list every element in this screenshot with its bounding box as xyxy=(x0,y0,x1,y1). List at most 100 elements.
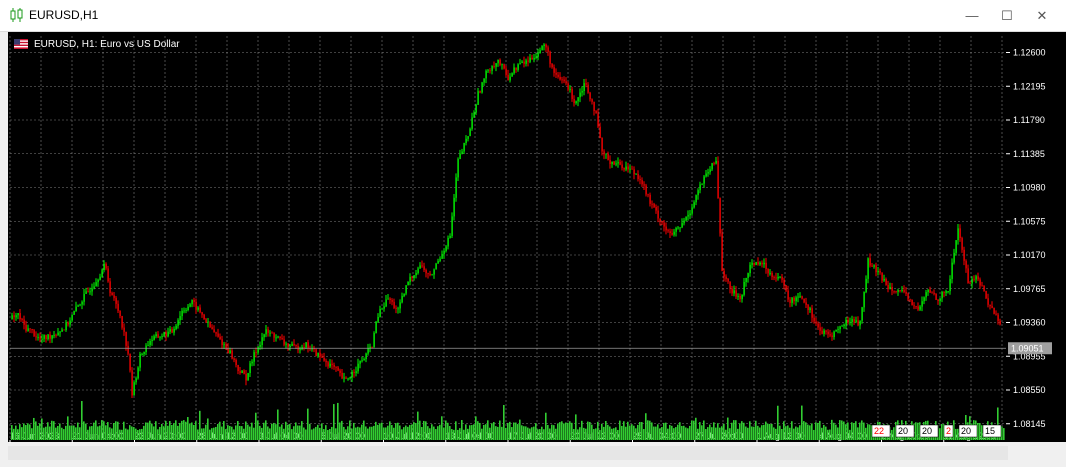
volume-bar xyxy=(149,420,151,440)
candle-body xyxy=(927,289,929,293)
volume-bar xyxy=(659,428,661,440)
candle-body xyxy=(573,98,575,104)
candle-body xyxy=(47,334,49,340)
candle-body xyxy=(625,166,627,170)
volume-bar xyxy=(483,424,485,440)
candle-body xyxy=(605,153,607,155)
candle-body xyxy=(445,246,447,251)
candle-body xyxy=(371,346,373,348)
volume-bar xyxy=(679,422,681,440)
volume-bar xyxy=(803,421,805,440)
candle-body xyxy=(421,265,423,267)
volume-bar xyxy=(835,424,837,440)
candle-body xyxy=(609,159,611,164)
candle-body xyxy=(413,275,415,278)
candle-body xyxy=(121,316,123,328)
candle-body xyxy=(213,329,215,333)
volume-bar xyxy=(957,428,959,440)
volume-bar xyxy=(719,427,721,440)
candle-body xyxy=(71,314,73,321)
candle-body xyxy=(727,278,729,282)
volume-bar xyxy=(689,425,691,440)
candle-body xyxy=(99,276,101,280)
volume-bar xyxy=(201,428,203,440)
volume-bar xyxy=(333,404,335,440)
candle-body xyxy=(57,332,59,335)
candle-body xyxy=(249,363,251,374)
candle-body xyxy=(29,328,31,330)
candle-body xyxy=(329,363,331,367)
candle-body xyxy=(597,113,599,127)
candle-body xyxy=(195,301,197,310)
candle-body xyxy=(991,306,993,308)
candle-body xyxy=(955,240,957,253)
candle-body xyxy=(381,308,383,310)
candle-body xyxy=(33,330,35,337)
candle-body xyxy=(581,91,583,93)
volume-bar xyxy=(475,416,477,440)
candle-body xyxy=(41,338,43,340)
candle-body xyxy=(279,336,281,339)
volume-bar xyxy=(939,428,941,440)
volume-bar xyxy=(79,427,81,440)
volume-bar xyxy=(795,426,797,440)
volume-bar xyxy=(613,428,615,440)
candle-body xyxy=(123,327,125,332)
volume-bar xyxy=(635,428,637,440)
volume-bar xyxy=(753,426,755,440)
candle-body xyxy=(519,63,521,65)
candle-body xyxy=(203,314,205,320)
volume-bar xyxy=(685,427,687,440)
volume-bar xyxy=(473,424,475,440)
candle-body xyxy=(875,265,877,273)
candle-body xyxy=(517,64,519,70)
volume-bar xyxy=(557,423,559,440)
candle-body xyxy=(579,92,581,98)
candle-body xyxy=(859,320,861,326)
candle-body xyxy=(691,207,693,214)
candle-body xyxy=(583,83,585,92)
volume-bar xyxy=(553,425,555,440)
volume-bar xyxy=(51,420,53,440)
candle-body xyxy=(91,288,93,292)
horizontal-scrollbar[interactable] xyxy=(8,446,1008,460)
volume-bar xyxy=(53,421,55,440)
volume-bar xyxy=(833,422,835,440)
candle-body xyxy=(777,276,779,279)
candle-body xyxy=(239,370,241,374)
candle-body xyxy=(847,319,849,323)
candle-body xyxy=(97,279,99,283)
candle-body xyxy=(473,112,475,118)
candle-body xyxy=(429,273,431,276)
candle-body xyxy=(535,56,537,58)
candle-body xyxy=(253,352,255,362)
volume-bar xyxy=(205,424,207,440)
candle-body xyxy=(871,265,873,267)
candle-body xyxy=(187,306,189,311)
candle-body xyxy=(177,320,179,326)
candle-body xyxy=(383,306,385,309)
volume-bar xyxy=(821,427,823,440)
volume-bar xyxy=(335,428,337,440)
volume-bar xyxy=(395,423,397,440)
candle-body xyxy=(857,320,859,326)
candle-body xyxy=(285,343,287,345)
volume-bar xyxy=(741,421,743,440)
volume-bar xyxy=(493,422,495,440)
candle-body xyxy=(811,308,813,318)
candle-body xyxy=(889,286,891,290)
volume-bar xyxy=(979,423,981,440)
volume-bar xyxy=(645,413,647,440)
volume-bar xyxy=(507,422,509,440)
volume-bar xyxy=(1003,428,1005,440)
volume-bar xyxy=(419,420,421,440)
candlestick-chart[interactable]: 1.12600 1.12195 1.11790 1.11385 1.10980 1.105… xyxy=(0,0,1066,445)
candle-body xyxy=(133,382,135,396)
candle-body xyxy=(23,319,25,325)
candle-body xyxy=(509,76,511,81)
volume-bar xyxy=(323,429,325,440)
candle-body xyxy=(649,194,651,204)
volume-bar xyxy=(115,421,117,440)
candle-body xyxy=(537,53,539,57)
volume-bar xyxy=(639,421,641,440)
